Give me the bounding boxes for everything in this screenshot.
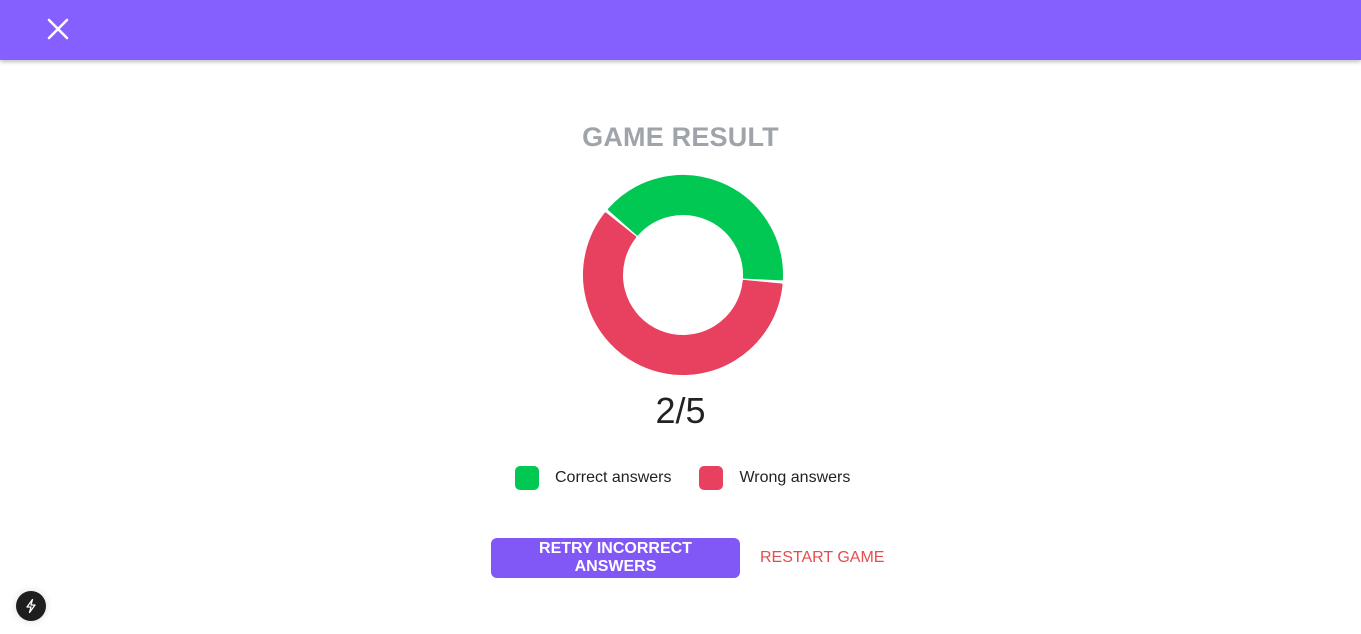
legend-swatch-correct (515, 466, 539, 490)
close-button[interactable] (42, 13, 74, 45)
legend-label-correct: Correct answers (555, 469, 672, 486)
result-donut-chart (583, 175, 783, 375)
dev-tools-button[interactable] (16, 591, 46, 621)
result-actions: RETRY INCORRECT ANSWERS RESTART GAME (491, 538, 884, 578)
top-app-bar (0, 0, 1361, 60)
legend-swatch-wrong (699, 466, 724, 490)
legend-label-wrong: Wrong answers (739, 469, 851, 486)
close-icon (47, 18, 69, 40)
score-text: 2/5 (655, 390, 706, 431)
legend-item-correct: Correct answers (515, 466, 671, 490)
retry-incorrect-button[interactable]: RETRY INCORRECT ANSWERS (491, 538, 740, 578)
page-title: GAME RESULT (582, 122, 779, 152)
restart-game-button[interactable]: RESTART GAME (760, 549, 884, 567)
chart-legend: Correct answers Wrong answers (515, 466, 878, 490)
donut-slice-correct (607, 175, 783, 281)
legend-item-wrong: Wrong answers (699, 466, 850, 490)
lightning-icon (26, 598, 36, 614)
